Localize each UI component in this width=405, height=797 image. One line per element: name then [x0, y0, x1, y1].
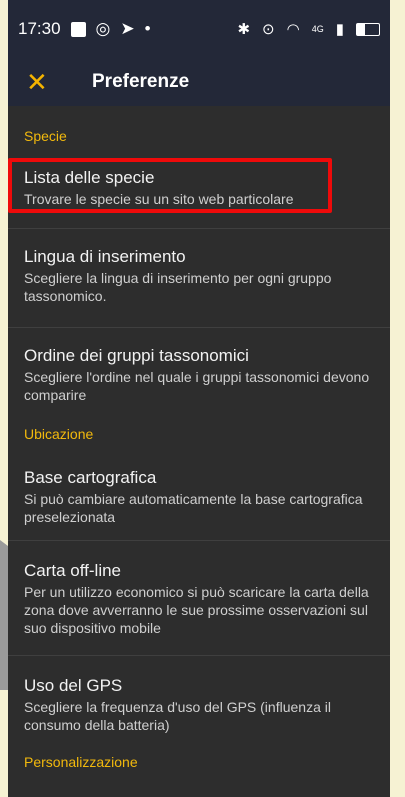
notification-square-icon	[70, 21, 86, 37]
pref-item-title: Lingua di inserimento	[24, 247, 186, 266]
system-icons: ✱ ⊙ ◠ 4G ▮	[237, 20, 380, 38]
pref-item-ordine-gruppi[interactable]: Ordine dei gruppi tassonomici Scegliere …	[8, 328, 390, 418]
wifi-icon: ◠	[286, 21, 300, 38]
top-app-bar: ✕ Preferenze	[8, 58, 390, 106]
page-title: Preferenze	[92, 71, 190, 92]
location-icon: ⊙	[262, 21, 275, 38]
pref-item-subtitle: Scegliere l'ordine nel quale i gruppi ta…	[24, 369, 370, 403]
more-dot-icon: •	[144, 19, 151, 38]
pref-item-base-cartografica[interactable]: Base cartografica Si può cambiare automa…	[8, 446, 390, 540]
pref-item-uso-gps[interactable]: Uso del GPS Scegliere la frequenza d'uso…	[8, 656, 390, 742]
status-time: 17:30	[18, 19, 61, 38]
pref-item-title: Lista delle specie	[24, 168, 155, 187]
section-header-specie: Specie	[24, 128, 67, 144]
whatsapp-icon: ◎	[95, 19, 111, 38]
phone-screen: 17:30 ◎ ➤ • ✱ ⊙ ◠ 4G ▮ ✕ Preferenze Spec…	[8, 0, 390, 797]
section-header-ubicazione: Ubicazione	[24, 426, 94, 442]
pref-item-lista-specie[interactable]: Lista delle specie Trovare le specie su …	[8, 148, 390, 228]
battery-icon	[356, 22, 380, 36]
pref-item-title: Base cartografica	[24, 468, 157, 487]
bluetooth-icon: ✱	[237, 21, 251, 38]
pref-item-subtitle: Trovare le specie su un sito web partico…	[24, 191, 294, 207]
close-icon[interactable]: ✕	[26, 69, 56, 95]
pref-item-carta-offline[interactable]: Carta off-line Per un utilizzo economico…	[8, 541, 390, 655]
signal-icon: ▮	[335, 21, 344, 38]
pref-item-title: Carta off-line	[24, 561, 122, 580]
telegram-icon: ➤	[120, 19, 135, 38]
pref-item-lingua-inserimento[interactable]: Lingua di inserimento Scegliere la lingu…	[8, 229, 390, 327]
status-bar: 17:30 ◎ ➤ • ✱ ⊙ ◠ 4G ▮	[8, 0, 390, 58]
pref-item-subtitle: Per un utilizzo economico si può scarica…	[24, 584, 369, 636]
pref-item-subtitle: Scegliere la lingua di inserimento per o…	[24, 270, 332, 304]
notification-icons: ◎ ➤ •	[70, 19, 151, 39]
network-type: 4G	[311, 24, 324, 34]
pref-item-subtitle: Si può cambiare automaticamente la base …	[24, 491, 363, 525]
section-header-personalizzazione: Personalizzazione	[24, 754, 138, 770]
pref-item-title: Uso del GPS	[24, 676, 123, 695]
pref-item-title: Ordine dei gruppi tassonomici	[24, 346, 249, 365]
pref-item-subtitle: Scegliere la frequenza d'uso del GPS (in…	[24, 699, 331, 733]
